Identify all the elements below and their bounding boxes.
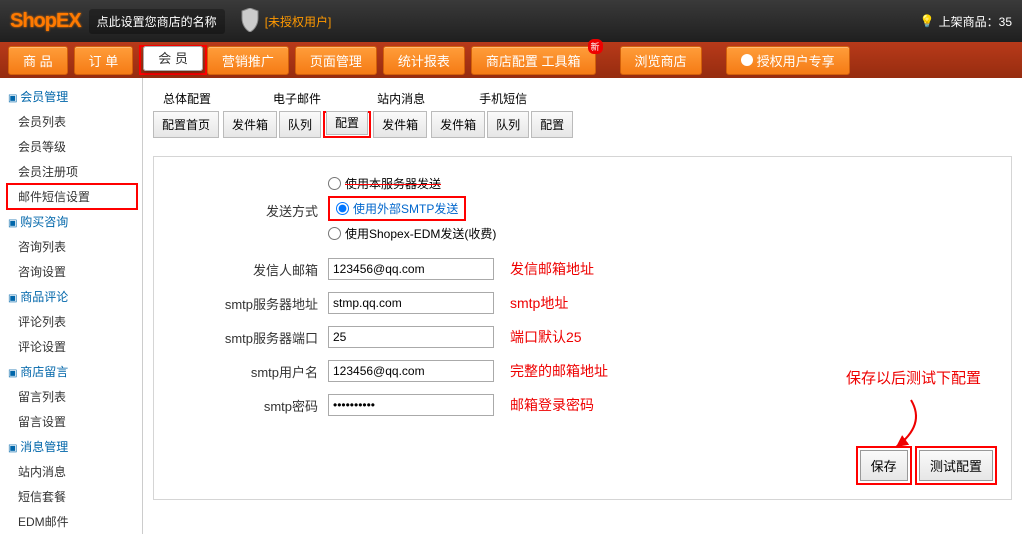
user-icon: [741, 54, 753, 66]
sidebar-item-msg-cfg[interactable]: 留言设置: [0, 409, 142, 434]
subbtn-email-outbox[interactable]: 发件箱: [223, 111, 277, 138]
label-smtp-pass: smtp密码: [168, 396, 328, 415]
subtabs: 总体配置 配置首页 电子邮件 发件箱 队列 配置 站内消息 发件箱: [153, 86, 1012, 138]
radio-edm-label: 使用Shopex-EDM发送(收费): [345, 225, 496, 242]
annot-smtp-pass: 邮箱登录密码: [510, 395, 594, 415]
input-smtp-pass[interactable]: [328, 394, 494, 416]
radio-edm[interactable]: 使用Shopex-EDM发送(收费): [328, 225, 496, 242]
shelf-count: 上架商品：35: [939, 13, 1012, 30]
subbtn-sms-queue[interactable]: 队列: [487, 111, 529, 138]
sidebar-item-review-cfg[interactable]: 评论设置: [0, 334, 142, 359]
sidebar-group-member-mgmt[interactable]: 会员管理: [0, 84, 142, 109]
label-smtp-user: smtp用户名: [168, 362, 328, 381]
radio-local-server[interactable]: 使用本服务器发送: [328, 175, 496, 192]
sidebar-item-member-list[interactable]: 会员列表: [0, 109, 142, 134]
label-smtp-port: smtp服务器端口: [168, 328, 328, 347]
radio-local-input[interactable]: [328, 177, 341, 190]
sidebar-item-msg-list[interactable]: 留言列表: [0, 384, 142, 409]
annot-save-test: 保存以后测试下配置: [846, 367, 981, 388]
annot-smtp-user: 完整的邮箱地址: [510, 361, 608, 381]
highlight-smtp-radio: 使用外部SMTP发送: [328, 196, 466, 221]
annot-smtp-host: smtp地址: [510, 293, 568, 313]
sidebar-item-review-list[interactable]: 评论列表: [0, 309, 142, 334]
subbtn-sms-cfg[interactable]: 配置: [531, 111, 573, 138]
sidebar-group-consult[interactable]: 购买咨询: [0, 209, 142, 234]
input-smtp-user[interactable]: [328, 360, 494, 382]
input-smtp-port[interactable]: [328, 326, 494, 348]
sidebar-item-consult-cfg[interactable]: 咨询设置: [0, 259, 142, 284]
subbtn-sms-outbox[interactable]: 发件箱: [431, 111, 485, 138]
radio-smtp-label: 使用外部SMTP发送: [353, 200, 458, 217]
new-badge: 新: [588, 39, 603, 54]
sidebar-group-notice[interactable]: 消息管理: [0, 434, 142, 459]
subbtn-email-cfg[interactable]: 配置: [326, 111, 368, 135]
highlight-email-cfg: 配置: [323, 111, 371, 138]
nav-store-config[interactable]: 商店配置 工具箱 新: [471, 46, 596, 75]
nav-marketing[interactable]: 营销推广: [207, 46, 289, 75]
label-send-method: 发送方式: [168, 201, 328, 220]
content-area: 总体配置 配置首页 电子邮件 发件箱 队列 配置 站内消息 发件箱: [143, 78, 1022, 534]
subtab-hdr-sms: 手机短信: [431, 86, 575, 111]
nav-store-config-label: 商店配置 工具箱: [486, 54, 581, 69]
sidebar-item-consult-list[interactable]: 咨询列表: [0, 234, 142, 259]
label-sender: 发信人邮箱: [168, 260, 328, 279]
sidebar-item-member-reg[interactable]: 会员注册项: [0, 159, 142, 184]
subtab-hdr-general: 总体配置: [153, 86, 221, 111]
annot-smtp-port: 端口默认25: [510, 327, 582, 347]
nav-orders[interactable]: 订 单: [74, 46, 134, 75]
header-bar: ShopEX 点此设置您商店的名称 [未授权用户] 💡 上架商品：35: [0, 0, 1022, 42]
nav-user[interactable]: 授权用户专享: [726, 46, 850, 75]
radio-edm-input[interactable]: [328, 227, 341, 240]
subtab-hdr-email: 电子邮件: [223, 86, 371, 111]
subbtn-onsite-outbox[interactable]: 发件箱: [373, 111, 427, 138]
annot-sender: 发信邮箱地址: [510, 259, 594, 279]
highlight-member-tab: 会 员: [139, 45, 207, 75]
sidebar-item-sms[interactable]: 短信套餐: [0, 484, 142, 509]
nav-members[interactable]: 会 员: [143, 46, 203, 71]
sidebar-group-msg[interactable]: 商店留言: [0, 359, 142, 384]
sidebar-item-member-level[interactable]: 会员等级: [0, 134, 142, 159]
nav-browse[interactable]: 浏览商店: [620, 46, 702, 75]
nav-user-label: 授权用户专享: [757, 51, 835, 70]
label-smtp-host: smtp服务器地址: [168, 294, 328, 313]
input-sender[interactable]: [328, 258, 494, 280]
nav-stats[interactable]: 统计报表: [383, 46, 465, 75]
subbtn-email-queue[interactable]: 队列: [279, 111, 321, 138]
auth-status: [未授权用户]: [265, 13, 332, 30]
form-card: 发送方式 使用本服务器发送 使用外部SMTP发送 使用Shopex-EDM发送(…: [153, 156, 1012, 500]
sidebar-item-mail-sms[interactable]: 邮件短信设置: [6, 183, 138, 210]
bulb-icon: 💡: [920, 14, 935, 28]
sidebar-group-review[interactable]: 商品评论: [0, 284, 142, 309]
arrow-icon: [871, 395, 931, 455]
radio-smtp-input[interactable]: [336, 200, 349, 217]
sidebar-item-inbox[interactable]: 站内消息: [0, 459, 142, 484]
store-name[interactable]: 点此设置您商店的名称: [89, 9, 225, 34]
sidebar: 会员管理 会员列表 会员等级 会员注册项 邮件短信设置 购买咨询 咨询列表 咨询…: [0, 78, 143, 534]
logo: ShopEX: [10, 10, 81, 33]
main-area: 会员管理 会员列表 会员等级 会员注册项 邮件短信设置 购买咨询 咨询列表 咨询…: [0, 78, 1022, 534]
nav-page[interactable]: 页面管理: [295, 46, 377, 75]
shield-icon: [240, 8, 265, 35]
sidebar-item-edm[interactable]: EDM邮件: [0, 509, 142, 534]
main-nav: 商 品 订 单 会 员 营销推广 页面管理 统计报表 商店配置 工具箱 新 浏览…: [0, 42, 1022, 78]
subbtn-cfg-home[interactable]: 配置首页: [153, 111, 219, 138]
radio-local-label: 使用本服务器发送: [345, 175, 441, 192]
input-smtp-host[interactable]: [328, 292, 494, 314]
subtab-hdr-onsite: 站内消息: [373, 86, 429, 111]
nav-products[interactable]: 商 品: [8, 46, 68, 75]
